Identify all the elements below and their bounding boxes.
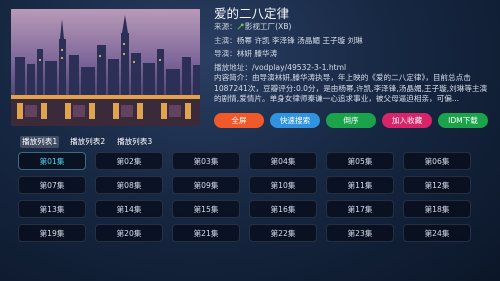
plant-icon [237, 23, 244, 30]
director-row: 导演：林妍 滕华涛 [214, 49, 494, 59]
episode-button[interactable]: 第18集 [403, 200, 471, 218]
cast-label: 主演： [214, 35, 237, 45]
tab-playlist-1[interactable]: 播放列表1 [20, 136, 60, 148]
episode-button[interactable]: 第13集 [18, 200, 86, 218]
quick-search-button[interactable]: 快速搜索 [270, 113, 320, 128]
cast-value: 杨幂 许凯 李泽锋 汤晶媚 王子璇 刘琳 [236, 35, 363, 45]
tab-playlist-3[interactable]: 播放列表3 [117, 136, 152, 148]
video-title: 爱的二八定律 [214, 6, 290, 21]
play-url-value: /vodplay/49532-3-1.html [251, 63, 347, 73]
episode-button[interactable]: 第20集 [95, 224, 163, 242]
episode-button[interactable]: 第03集 [172, 152, 240, 170]
episode-button[interactable]: 第16集 [249, 200, 317, 218]
episode-button[interactable]: 第23集 [326, 224, 394, 242]
episode-button[interactable]: 第11集 [326, 176, 394, 194]
description: 内容简介：由导演林妍,滕华涛执导，年上映的《爱的二八定律》，目前总点击10872… [214, 73, 488, 104]
episode-button[interactable]: 第07集 [18, 176, 86, 194]
episode-button[interactable]: 第12集 [403, 176, 471, 194]
play-url-label: 播放地址： [214, 63, 252, 73]
tab-playlist-2[interactable]: 播放列表2 [70, 136, 105, 148]
episode-button[interactable]: 第17集 [326, 200, 394, 218]
episode-button[interactable]: 第06集 [403, 152, 471, 170]
episode-button[interactable]: 第10集 [249, 176, 317, 194]
episode-button[interactable]: 第01集 [18, 152, 86, 170]
episode-button[interactable]: 第15集 [172, 200, 240, 218]
episode-button[interactable]: 第21集 [172, 224, 240, 242]
fullscreen-button[interactable]: 全屏 [214, 113, 264, 128]
cast-row: 主演：杨幂 许凯 李泽锋 汤晶媚 王子璇 刘琳 [214, 36, 494, 46]
episode-button[interactable]: 第22集 [249, 224, 317, 242]
director-value: 林妍 滕华涛 [236, 49, 278, 59]
idm-download-button[interactable]: IDM下载 [438, 113, 488, 128]
play-url-row: 播放地址：/vodplay/49532-3-1.html [214, 63, 494, 73]
detail-panel: 爱的二八定律 来源： 影视工厂(XB) 主演：杨幂 许凯 李泽锋 汤晶媚 王子璇 … [214, 6, 494, 104]
episode-button[interactable]: 第19集 [18, 224, 86, 242]
source-row: 来源： 影视工厂(XB) [214, 22, 494, 32]
reverse-order-button[interactable]: 倒序 [326, 113, 376, 128]
director-label: 导演： [214, 49, 237, 59]
episode-button[interactable]: 第05集 [326, 152, 394, 170]
poster-image [11, 9, 200, 126]
episode-button[interactable]: 第09集 [172, 176, 240, 194]
episode-button[interactable]: 第08集 [95, 176, 163, 194]
add-favorite-button[interactable]: 加入收藏 [382, 113, 432, 128]
episode-button[interactable]: 第14集 [95, 200, 163, 218]
episode-button[interactable]: 第04集 [249, 152, 317, 170]
source-value: 影视工厂(XB) [244, 22, 292, 31]
episode-button[interactable]: 第24集 [403, 224, 471, 242]
source-label: 来源： [214, 22, 237, 31]
episode-button[interactable]: 第02集 [95, 152, 163, 170]
